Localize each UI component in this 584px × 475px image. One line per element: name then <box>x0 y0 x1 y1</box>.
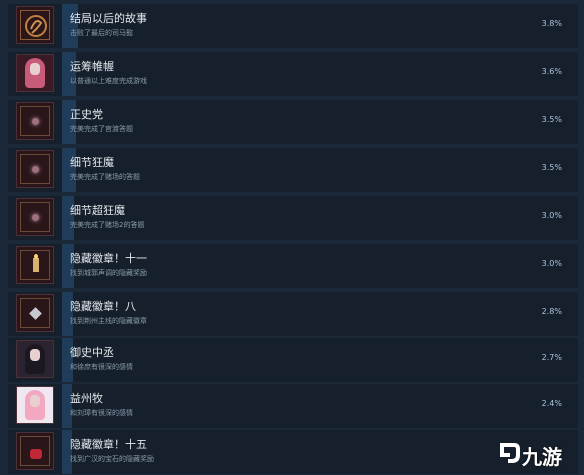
achievement-percent: 3.8% <box>541 19 562 28</box>
red-gem-frame-icon <box>16 432 54 470</box>
gem-frame-icon <box>16 198 54 236</box>
achievement-desc: 完美完成了赌场的答题 <box>70 173 140 181</box>
candle-frame-icon <box>16 246 54 284</box>
watermark: 九游 <box>494 439 574 469</box>
achievement-desc: 击败了最后的司马懿 <box>70 29 133 37</box>
achievement-percent: 2.8% <box>541 307 562 316</box>
achievement-row[interactable]: 正史党 完美完成了官渡答题 3.5% <box>8 100 578 144</box>
achievement-desc: 找到广汉的宝石的隐藏奖励 <box>70 455 154 463</box>
achievement-desc: 完美完成了赌场2的答题 <box>70 221 145 229</box>
achievement-percent: 3.5% <box>541 163 562 172</box>
achievement-desc: 完美完成了官渡答题 <box>70 125 133 133</box>
achievement-percent: 3.6% <box>541 67 562 76</box>
achievement-row[interactable]: 结局以后的故事 击败了最后的司马懿 3.8% <box>8 4 578 48</box>
achievement-title: 正史党 <box>70 108 103 121</box>
dragon-emblem-icon <box>16 6 54 44</box>
achievement-title: 细节超狂魔 <box>70 204 125 217</box>
achievement-title: 御史中丞 <box>70 346 114 359</box>
watermark-text: 九游 <box>522 447 562 469</box>
achievement-row[interactable]: 益州牧 和刘璋有很深的感情 2.4% <box>8 384 578 428</box>
crystal-frame-icon <box>16 294 54 332</box>
jiuyou-logo-icon <box>500 443 520 463</box>
achievement-desc: 找到荆州主线的隐藏徽章 <box>70 317 147 325</box>
achievement-title: 隐藏徽章！十五 <box>70 438 147 451</box>
pink-hair-portrait-icon <box>16 54 54 92</box>
achievement-title: 益州牧 <box>70 392 103 405</box>
achievement-title: 隐藏徽章！十一 <box>70 252 147 265</box>
pink-hair-girl-portrait-icon <box>16 386 54 424</box>
achievement-row[interactable]: 隐藏徽章！十一 找到城郭声调的隐藏奖励 3.0% <box>8 244 578 288</box>
achievement-percent: 3.0% <box>541 211 562 220</box>
achievement-percent: 2.4% <box>541 399 562 408</box>
achievement-row[interactable]: 细节超狂魔 完美完成了赌场2的答题 3.0% <box>8 196 578 240</box>
achievement-percent: 3.5% <box>541 115 562 124</box>
achievement-title: 运筹帷幄 <box>70 60 114 73</box>
dark-hair-portrait-icon <box>16 340 54 378</box>
achievement-title: 结局以后的故事 <box>70 12 147 25</box>
achievement-desc: 和刘璋有很深的感情 <box>70 409 133 417</box>
achievement-desc: 找到城郭声调的隐藏奖励 <box>70 269 147 277</box>
achievement-desc: 以普通以上难度完成游戏 <box>70 77 147 85</box>
gem-frame-icon <box>16 102 54 140</box>
achievement-desc: 和徐庶有很深的感情 <box>70 363 133 371</box>
achievement-row[interactable]: 御史中丞 和徐庶有很深的感情 2.7% <box>8 338 578 382</box>
achievement-title: 隐藏徽章！八 <box>70 300 136 313</box>
achievement-percent: 2.7% <box>541 353 562 362</box>
achievement-row[interactable]: 运筹帷幄 以普通以上难度完成游戏 3.6% <box>8 52 578 96</box>
achievement-row[interactable]: 隐藏徽章！八 找到荆州主线的隐藏徽章 2.8% <box>8 292 578 336</box>
achievement-row[interactable]: 细节狂魔 完美完成了赌场的答题 3.5% <box>8 148 578 192</box>
achievement-row[interactable]: 隐藏徽章！十五 找到广汉的宝石的隐藏奖励 <box>8 430 578 474</box>
achievement-percent: 3.0% <box>541 259 562 268</box>
gem-frame-icon <box>16 150 54 188</box>
achievement-title: 细节狂魔 <box>70 156 114 169</box>
